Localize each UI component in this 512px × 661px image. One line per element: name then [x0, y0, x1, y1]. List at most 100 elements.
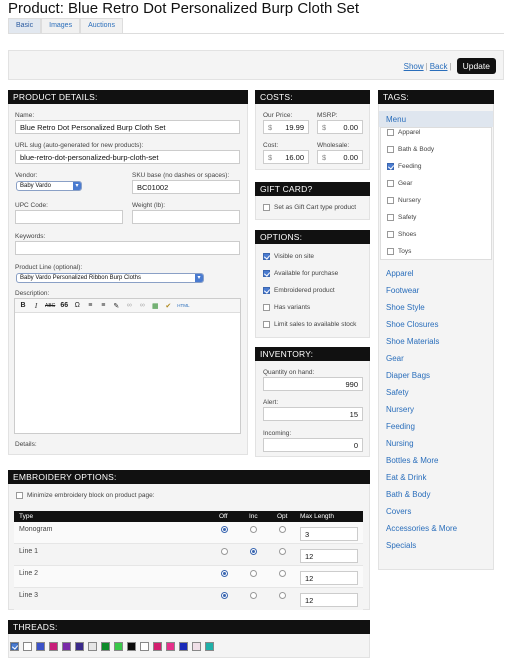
thread-checkbox[interactable]	[11, 643, 18, 650]
tag-toys[interactable]: Toys	[387, 248, 411, 255]
bold-icon[interactable]: B	[19, 302, 27, 309]
radio-off[interactable]	[221, 570, 228, 577]
on-hand-field[interactable]: 990	[263, 377, 363, 391]
thread-color-swatch[interactable]	[114, 642, 123, 651]
max-length-field[interactable]: 12	[300, 549, 358, 563]
tag-category[interactable]: Nursing	[386, 439, 414, 448]
tag-category[interactable]: Covers	[386, 507, 411, 516]
product-line-select[interactable]: Baby Vardo Personalized Ribbon Burp Clot…	[16, 273, 204, 283]
radio-off[interactable]	[221, 548, 228, 555]
tags-menu-label[interactable]: Menu	[386, 115, 406, 124]
embroidered-checkbox[interactable]	[263, 287, 270, 294]
link-icon[interactable]: ∞	[125, 302, 133, 309]
tag-category[interactable]: Safety	[386, 388, 409, 397]
tag-safety[interactable]: Safety	[387, 214, 416, 221]
tag-checkbox[interactable]	[387, 129, 394, 136]
thread-color-swatch[interactable]	[62, 642, 71, 651]
cost-field[interactable]: $16.00	[263, 150, 309, 164]
radio-opt[interactable]	[279, 548, 286, 555]
variants-checkbox[interactable]	[263, 304, 270, 311]
option-variants[interactable]: Has variants	[263, 304, 310, 311]
msrp-field[interactable]: $0.00	[317, 120, 363, 134]
html-icon[interactable]: HTML	[177, 303, 189, 308]
description-editor[interactable]: B I ABC 66 Ω ≡ ≡ ✎ ∞ ∞ ▦ ✔ HTML	[14, 298, 241, 434]
tag-category[interactable]: Accessories & More	[386, 524, 457, 533]
radio-inc[interactable]	[250, 592, 257, 599]
tag-category[interactable]: Diaper Bags	[386, 371, 430, 380]
tag-category[interactable]: Footwear	[386, 286, 419, 295]
tag-checkbox[interactable]	[387, 197, 394, 204]
thread-color-swatch[interactable]	[10, 642, 19, 651]
thread-color-swatch[interactable]	[49, 642, 58, 651]
option-embroidered[interactable]: Embroidered product	[263, 287, 335, 294]
tag-apparel[interactable]: Apparel	[387, 129, 420, 136]
radio-off[interactable]	[221, 526, 228, 533]
tag-checkbox[interactable]	[387, 248, 394, 255]
visible-checkbox[interactable]	[263, 253, 270, 260]
slug-field[interactable]: blue-retro-dot-personalized-burp-cloth-s…	[15, 150, 240, 164]
thread-color-swatch[interactable]	[205, 642, 214, 651]
special-char-icon[interactable]: Ω	[73, 302, 81, 309]
thread-color-swatch[interactable]	[23, 642, 32, 651]
available-checkbox[interactable]	[263, 270, 270, 277]
italic-icon[interactable]: I	[32, 302, 40, 310]
tag-category[interactable]: Shoe Closures	[386, 320, 438, 329]
thread-color-swatch[interactable]	[192, 642, 201, 651]
tag-checkbox[interactable]	[387, 163, 394, 170]
gift-card-checkbox[interactable]	[263, 204, 270, 211]
back-link[interactable]: Back	[430, 62, 448, 71]
thread-color-swatch[interactable]	[75, 642, 84, 651]
tag-category[interactable]: Nursery	[386, 405, 414, 414]
tag-checkbox[interactable]	[387, 214, 394, 221]
tag-checkbox[interactable]	[387, 231, 394, 238]
radio-opt[interactable]	[279, 526, 286, 533]
tag-gear[interactable]: Gear	[387, 180, 412, 187]
vendor-select[interactable]: Baby Vardo ▾	[16, 181, 82, 191]
tag-checkbox[interactable]	[387, 146, 394, 153]
radio-off[interactable]	[221, 592, 228, 599]
upc-field[interactable]	[15, 210, 123, 224]
thread-color-swatch[interactable]	[153, 642, 162, 651]
edit-icon[interactable]: ✎	[112, 302, 120, 310]
tab-auctions[interactable]: Auctions	[80, 18, 123, 33]
radio-opt[interactable]	[279, 570, 286, 577]
name-field[interactable]: Blue Retro Dot Personalized Burp Cloth S…	[15, 120, 240, 134]
tag-category[interactable]: Specials	[386, 541, 416, 550]
thread-color-swatch[interactable]	[166, 642, 175, 651]
option-limit-sales[interactable]: Limit sales to available stock	[263, 321, 356, 328]
tag-category[interactable]: Gear	[386, 354, 404, 363]
tag-bath-body[interactable]: Bath & Body	[387, 146, 434, 153]
tag-category[interactable]: Bath & Body	[386, 490, 430, 499]
tab-basic[interactable]: Basic	[8, 18, 42, 33]
show-link[interactable]: Show	[404, 62, 424, 71]
tag-nursery[interactable]: Nursery	[387, 197, 421, 204]
minimize-embroidery-option[interactable]: Minimize embroidery block on product pag…	[16, 492, 155, 499]
thread-color-swatch[interactable]	[179, 642, 188, 651]
option-available[interactable]: Available for purchase	[263, 270, 338, 277]
tab-images[interactable]: Images	[41, 18, 81, 33]
tag-category[interactable]: Feeding	[386, 422, 415, 431]
max-length-field[interactable]: 12	[300, 593, 358, 607]
tag-category[interactable]: Apparel	[386, 269, 414, 278]
wholesale-field[interactable]: $0.00	[317, 150, 363, 164]
our-price-field[interactable]: $19.99	[263, 120, 309, 134]
thread-color-swatch[interactable]	[140, 642, 149, 651]
weight-field[interactable]	[132, 210, 240, 224]
unlink-icon[interactable]: ∞	[138, 302, 146, 309]
max-length-field[interactable]: 3	[300, 527, 358, 541]
spellcheck-icon[interactable]: ✔	[164, 302, 172, 310]
radio-inc[interactable]	[250, 570, 257, 577]
radio-opt[interactable]	[279, 592, 286, 599]
blockquote-icon[interactable]: 66	[60, 302, 68, 309]
update-button[interactable]: Update	[456, 58, 496, 74]
tag-category[interactable]: Eat & Drink	[386, 473, 426, 482]
thread-color-swatch[interactable]	[36, 642, 45, 651]
tag-category[interactable]: Bottles & More	[386, 456, 438, 465]
sku-field[interactable]: BC01002	[132, 180, 240, 194]
tag-checkbox[interactable]	[387, 180, 394, 187]
limit-sales-checkbox[interactable]	[263, 321, 270, 328]
tag-feeding[interactable]: Feeding	[387, 163, 422, 170]
strikethrough-icon[interactable]: ABC	[45, 303, 55, 309]
tag-category[interactable]: Shoe Style	[386, 303, 425, 312]
tag-shoes[interactable]: Shoes	[387, 231, 416, 238]
